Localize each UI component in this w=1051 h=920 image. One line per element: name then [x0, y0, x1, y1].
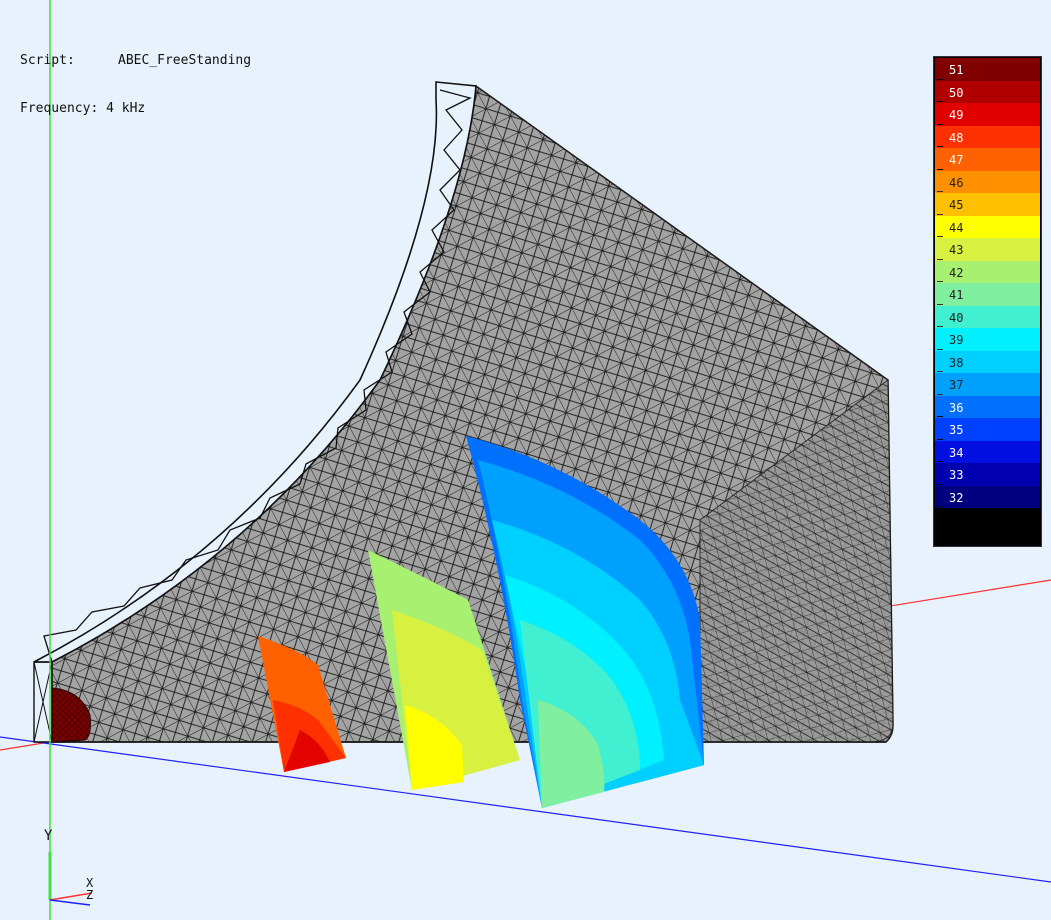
legend-tick — [937, 213, 943, 215]
legend-label: 35 — [949, 423, 964, 438]
legend-label: 33 — [949, 468, 964, 483]
legend-tick — [937, 506, 943, 507]
legend-level-47: 47 — [935, 148, 1040, 171]
legend-level-51: 51 — [935, 58, 1040, 81]
legend-label: 34 — [949, 445, 964, 460]
frequency-value: 4 kHz — [106, 101, 146, 116]
legend-level-44: 44 — [935, 215, 1040, 238]
legend-level-49: 49 — [935, 103, 1040, 126]
legend-level-37: 37 — [935, 373, 1040, 396]
legend-level-40: 40 — [935, 305, 1040, 328]
z-axis-line — [0, 736, 1051, 883]
legend-level-39: 39 — [935, 328, 1040, 351]
z-axis-label: Z — [86, 888, 94, 902]
legend-tick — [937, 416, 943, 417]
script-value: ABEC_FreeStanding — [118, 53, 252, 68]
legend-tick — [937, 326, 943, 327]
script-label: Script: — [20, 53, 75, 68]
legend-tick — [937, 438, 943, 440]
legend-label: 45 — [949, 198, 964, 213]
legend-tick — [937, 303, 943, 305]
legend-tick — [937, 393, 943, 395]
legend-label: 47 — [949, 153, 964, 168]
legend-tick — [937, 371, 943, 372]
legend-tick — [937, 483, 943, 485]
info-overlay: Script: ABEC_FreeStanding Frequency: 4 kH… — [20, 21, 251, 133]
legend-label: 37 — [949, 378, 964, 393]
legend-tick — [937, 236, 943, 237]
script-row: Script: ABEC_FreeStanding — [20, 53, 251, 69]
y-axis-label: Y — [44, 828, 53, 844]
legend-tick — [937, 78, 943, 80]
legend-label: 48 — [949, 130, 964, 145]
legend-level-43: 43 — [935, 238, 1040, 261]
legend-tick — [937, 258, 943, 260]
legend-label: 39 — [949, 333, 964, 348]
legend-level-41: 41 — [935, 283, 1040, 306]
legend-tick — [937, 281, 943, 282]
legend-label: 49 — [949, 108, 964, 123]
legend-tick — [937, 101, 943, 102]
legend-label: 36 — [949, 400, 964, 415]
legend-tick — [937, 191, 943, 192]
legend-level-45: 45 — [935, 193, 1040, 216]
3d-viewport[interactable] — [0, 0, 1051, 920]
legend-level-48: 48 — [935, 125, 1040, 148]
legend-label: 44 — [949, 220, 964, 235]
frequency-label: Frequency: — [20, 101, 99, 116]
legend-label: 43 — [949, 243, 964, 258]
legend-level-32: 32 — [935, 485, 1040, 508]
legend-level-46: 46 — [935, 170, 1040, 193]
legend-tick — [937, 168, 943, 170]
legend-label: 32 — [949, 490, 964, 505]
legend-tick — [937, 146, 943, 147]
legend-level-34: 34 — [935, 440, 1040, 463]
legend-level-42: 42 — [935, 260, 1040, 283]
legend-label: 40 — [949, 310, 964, 325]
legend-level-35: 35 — [935, 418, 1040, 441]
legend-label: 41 — [949, 288, 964, 303]
frequency-row: Frequency: 4 kHz — [20, 101, 251, 117]
legend-tick — [937, 123, 943, 125]
legend-label: 38 — [949, 355, 964, 370]
legend-label: 50 — [949, 85, 964, 100]
legend-level-38: 38 — [935, 350, 1040, 373]
legend-tick — [937, 348, 943, 350]
legend-level-50: 50 — [935, 80, 1040, 103]
legend-level-36: 36 — [935, 395, 1040, 418]
legend-tick — [937, 461, 943, 462]
legend-label: 42 — [949, 265, 964, 280]
legend-label: 46 — [949, 175, 964, 190]
legend-level-33: 33 — [935, 463, 1040, 486]
color-legend: 51 50 49 48 47 46 45 44 43 42 41 40 39 38 37 36 35 34 33 32 — [933, 56, 1042, 547]
legend-label: 51 — [949, 63, 964, 78]
